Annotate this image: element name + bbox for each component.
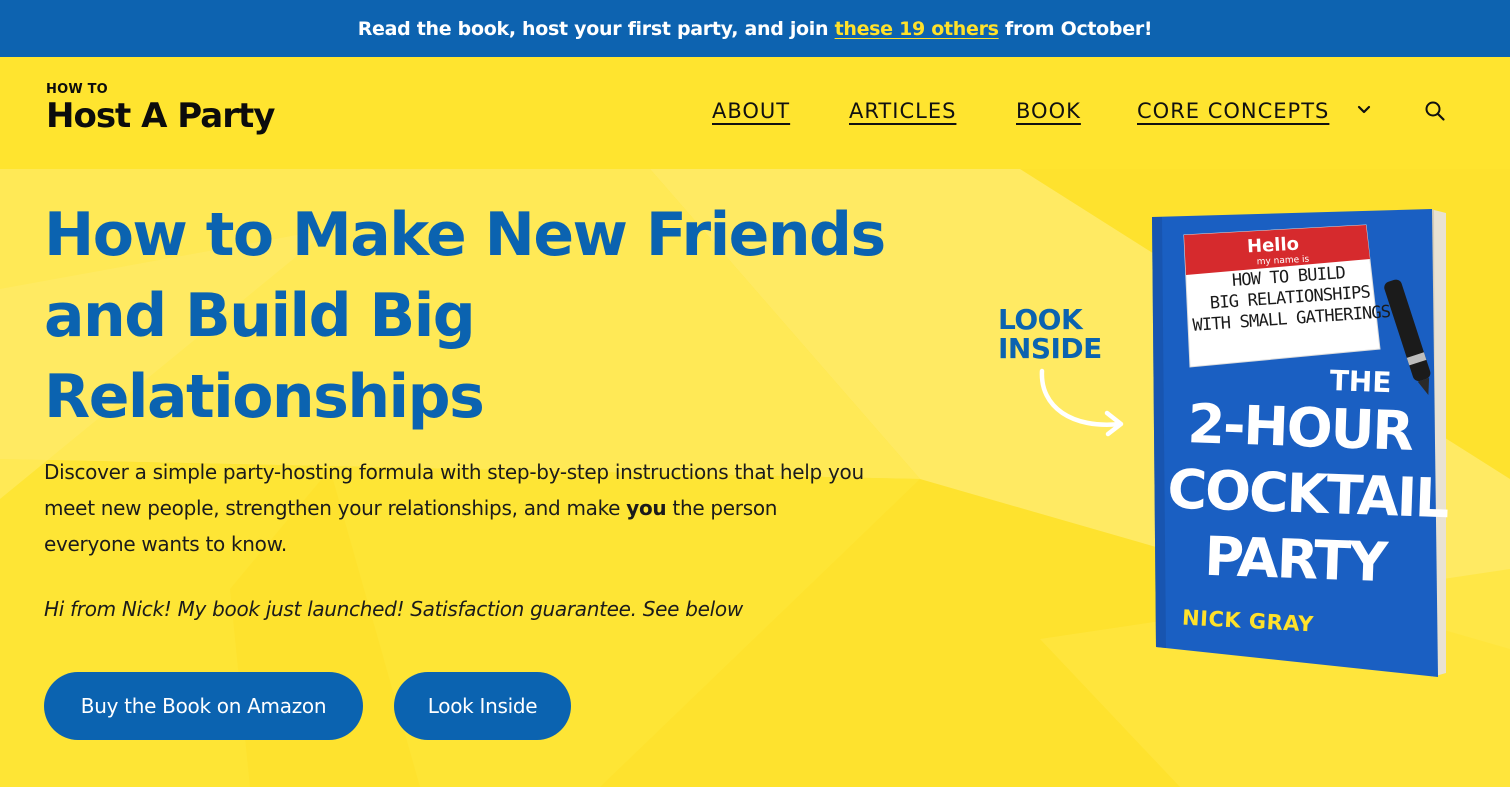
book-title-line-3: PARTY bbox=[1203, 524, 1387, 595]
book-cover[interactable]: Hello my name is HOW TO BUILD BIG RELATI… bbox=[1148, 207, 1448, 679]
site-header: HOW TO Host A Party ABOUT ARTICLES BOOK … bbox=[0, 57, 1510, 169]
curved-arrow-icon bbox=[1039, 368, 1124, 437]
main-nav: ABOUT ARTICLES BOOK CORE CONCEPTS bbox=[0, 57, 1510, 169]
chevron-down-icon[interactable] bbox=[1355, 101, 1373, 119]
look-inside-button[interactable]: Look Inside bbox=[394, 672, 571, 740]
hero-note: Hi from Nick! My book just launched! Sat… bbox=[44, 597, 743, 621]
book-title-line-1: 2-HOUR bbox=[1186, 392, 1414, 463]
look-inside-callout[interactable]: LOOK INSIDE bbox=[998, 305, 1128, 363]
search-icon[interactable] bbox=[1424, 100, 1446, 122]
hero-lead: Discover a simple party-hosting formula … bbox=[44, 454, 874, 562]
book-title: THE 2-HOUR COCKTAIL PARTY bbox=[1164, 361, 1449, 598]
announcement-text-after: from October! bbox=[1004, 17, 1153, 40]
announcement-bar: Read the book, host your first party, an… bbox=[0, 0, 1510, 57]
book-title-line-2: COCKTAIL bbox=[1166, 457, 1449, 531]
hero-lead-emphasis: you bbox=[626, 496, 667, 520]
nav-item-book[interactable]: BOOK bbox=[1016, 99, 1081, 123]
hero-section: How to Make New Friends and Build Big Re… bbox=[0, 169, 1510, 787]
nav-item-articles[interactable]: ARTICLES bbox=[849, 99, 956, 123]
nav-item-core-concepts[interactable]: CORE CONCEPTS bbox=[1137, 99, 1329, 123]
buy-on-amazon-button[interactable]: Buy the Book on Amazon bbox=[44, 672, 363, 740]
nav-item-about[interactable]: ABOUT bbox=[712, 99, 790, 123]
hero-title: How to Make New Friends and Build Big Re… bbox=[44, 200, 886, 432]
announcement-link[interactable]: these 19 others bbox=[835, 18, 999, 40]
announcement-text-before: Read the book, host your first party, an… bbox=[357, 17, 829, 40]
